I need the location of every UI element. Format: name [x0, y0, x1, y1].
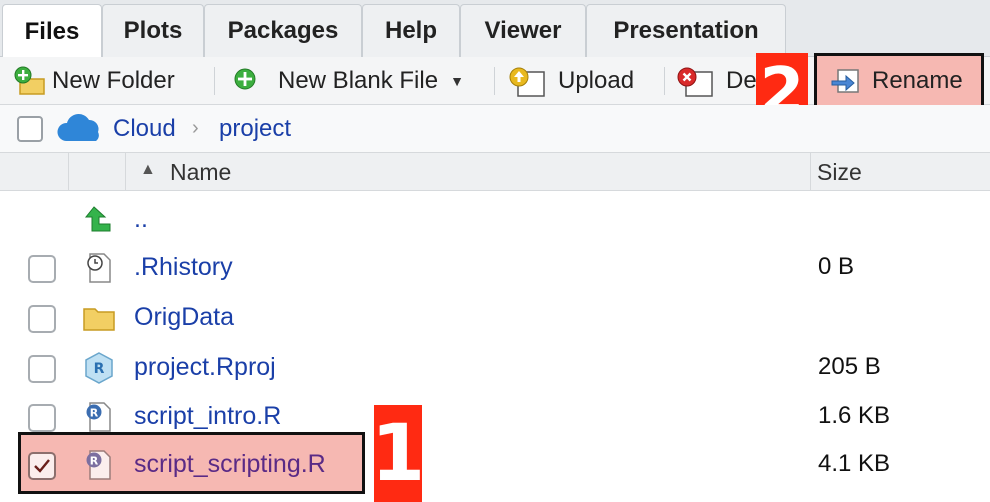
step-1-badge: 1 — [371, 405, 425, 502]
file-size: 205 B — [818, 353, 881, 380]
svg-text:R: R — [90, 407, 99, 420]
table-row-parent[interactable]: .. — [0, 195, 990, 245]
tab-packages[interactable]: Packages — [204, 4, 362, 57]
breadcrumb-cloud[interactable]: Cloud — [113, 115, 176, 143]
row-checkbox[interactable] — [28, 355, 56, 383]
new-folder-button[interactable]: New Folder — [14, 62, 175, 100]
table-row[interactable]: OrigData — [0, 293, 990, 343]
svg-text:R: R — [90, 455, 99, 468]
tab-presentation[interactable]: Presentation — [586, 4, 786, 57]
svg-text:R: R — [94, 361, 105, 377]
history-file-icon — [82, 251, 116, 285]
table-row[interactable]: R project.Rproj 205 B — [0, 343, 990, 393]
tab-files[interactable]: Files — [2, 4, 102, 58]
chevron-down-icon: ▼ — [450, 73, 464, 89]
column-header-size[interactable]: Size — [817, 159, 862, 186]
new-blank-file-button[interactable]: New Blank File ▼ — [232, 62, 464, 100]
rproj-file-icon: R — [82, 351, 116, 385]
cloud-icon — [56, 113, 104, 148]
file-size: 4.1 KB — [818, 450, 891, 477]
file-name[interactable]: script_scripting.R — [134, 450, 326, 479]
pane-tab-bar: Files Plots Packages Help Viewer Present… — [0, 0, 990, 58]
table-row[interactable]: .Rhistory 0 B — [0, 243, 990, 293]
file-name[interactable]: project.Rproj — [134, 353, 276, 382]
file-name[interactable]: script_intro.R — [134, 402, 281, 431]
file-name[interactable]: .. — [134, 205, 148, 234]
upload-label: Upload — [558, 67, 635, 94]
new-file-icon — [232, 66, 262, 96]
row-checkbox[interactable] — [28, 255, 56, 283]
r-file-icon: R — [82, 400, 116, 434]
file-name[interactable]: OrigData — [134, 303, 234, 332]
file-name[interactable]: .Rhistory — [134, 253, 233, 282]
r-file-icon: R — [82, 448, 116, 482]
folder-icon — [82, 301, 116, 335]
breadcrumb-project[interactable]: project — [219, 115, 291, 143]
file-size: 0 B — [818, 253, 855, 280]
delete-label: De — [726, 67, 757, 94]
up-arrow-icon — [84, 203, 118, 237]
delete-button[interactable]: De — [676, 62, 757, 100]
file-list-header: ▲ Name Size — [0, 153, 990, 191]
select-all-checkbox[interactable] — [17, 116, 43, 142]
upload-button[interactable]: Upload — [508, 62, 634, 100]
row-checkbox[interactable] — [28, 305, 56, 333]
new-blank-file-label: New Blank File — [278, 67, 439, 94]
breadcrumb: Cloud › project — [0, 105, 990, 153]
tab-viewer[interactable]: Viewer — [460, 4, 586, 57]
file-size: 1.6 KB — [818, 402, 891, 429]
new-folder-icon — [14, 66, 45, 96]
tab-help[interactable]: Help — [362, 4, 460, 57]
chevron-right-icon: › — [192, 117, 199, 139]
new-folder-label: New Folder — [52, 67, 175, 94]
delete-icon — [676, 66, 714, 97]
row-checkbox-checked[interactable] — [28, 452, 56, 480]
table-row-selected[interactable]: R script_scripting.R 4.1 KB — [0, 440, 990, 490]
rename-button[interactable]: Rename — [830, 62, 963, 100]
rename-icon — [830, 66, 862, 96]
column-header-name[interactable]: Name — [170, 159, 231, 186]
sort-ascending-icon: ▲ — [140, 161, 156, 178]
rename-label: Rename — [872, 67, 963, 94]
table-row[interactable]: R script_intro.R 1.6 KB — [0, 392, 990, 442]
upload-icon — [508, 66, 546, 97]
tab-plots[interactable]: Plots — [102, 4, 204, 57]
row-checkbox[interactable] — [28, 404, 56, 432]
